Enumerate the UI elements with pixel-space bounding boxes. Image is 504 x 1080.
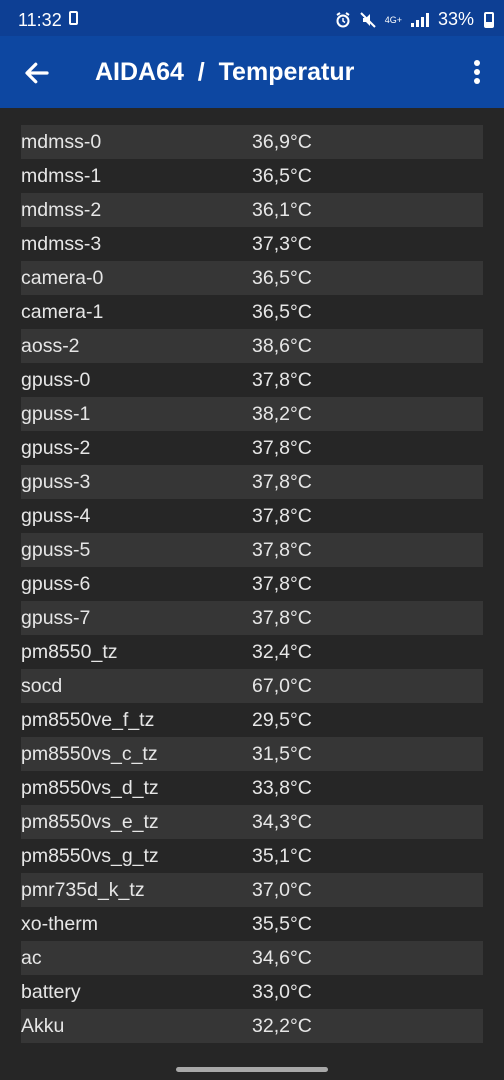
sensor-value: 32,2°C <box>252 1014 312 1037</box>
sensor-value: 36,5°C <box>252 164 312 187</box>
sensor-value: 32,4°C <box>252 640 312 663</box>
sensor-name: Akku <box>21 1014 65 1037</box>
sensor-name: battery <box>21 980 81 1003</box>
sensor-name: camera-1 <box>21 300 104 323</box>
sensor-name: pm8550vs_c_tz <box>21 742 158 765</box>
list-item: pm8550vs_g_tz 35,1°C <box>21 839 483 873</box>
battery-icon <box>484 12 494 28</box>
sensor-value: 29,5°C <box>252 708 312 731</box>
list-item: gpuss-5 37,8°C <box>21 533 483 567</box>
sensor-name: gpuss-1 <box>21 402 91 425</box>
sensor-value: 33,0°C <box>252 980 312 1003</box>
back-arrow-icon[interactable] <box>22 58 52 88</box>
sensor-value: 37,8°C <box>252 470 312 493</box>
list-item: battery 33,0°C <box>21 975 483 1009</box>
sensor-value: 38,6°C <box>252 334 312 357</box>
sensor-value: 36,5°C <box>252 266 312 289</box>
sensor-name: gpuss-7 <box>21 606 91 629</box>
sensor-value: 38,2°C <box>252 402 312 425</box>
list-item: gpuss-6 37,8°C <box>21 567 483 601</box>
sensor-name: mdmss-1 <box>21 164 102 187</box>
signal-icon <box>410 12 429 27</box>
gesture-nav-handle[interactable] <box>176 1067 328 1072</box>
sensor-value: 37,8°C <box>252 436 312 459</box>
sensor-value: 37,8°C <box>252 572 312 595</box>
list-item: gpuss-3 37,8°C <box>21 465 483 499</box>
sensor-name: gpuss-4 <box>21 504 91 527</box>
status-time: 11:32 <box>18 10 62 30</box>
list-item: aoss-2 38,6°C <box>21 329 483 363</box>
list-item: gpuss-2 37,8°C <box>21 431 483 465</box>
app-bar: AIDA64 / Temperatur <box>0 36 504 108</box>
sensor-name: pm8550ve_f_tz <box>21 708 155 731</box>
sensor-name: aoss-2 <box>21 334 80 357</box>
sensor-name: pm8550vs_e_tz <box>21 810 159 833</box>
status-bar: 11:32 4G+ 33% <box>0 0 504 36</box>
status-icons: 4G+ 33% <box>335 9 474 30</box>
list-item: gpuss-0 37,8°C <box>21 363 483 397</box>
sensor-name: ac <box>21 946 42 969</box>
battery-percent: 33% <box>437 9 474 29</box>
sensor-name: gpuss-0 <box>21 368 91 391</box>
list-item: socd 67,0°C <box>21 669 483 703</box>
list-item: gpuss-7 37,8°C <box>21 601 483 635</box>
sensor-name: gpuss-5 <box>21 538 91 561</box>
page-title: AIDA64 / Temperatur <box>95 58 355 86</box>
list-item: pm8550vs_d_tz 33,8°C <box>21 771 483 805</box>
list-item: gpuss-4 37,8°C <box>21 499 483 533</box>
sensor-name: socd <box>21 674 63 697</box>
sensor-value: 37,8°C <box>252 538 312 561</box>
temperature-list: mdmss-0 36,9°C mdmss-1 36,5°C mdmss-2 36,1°… <box>21 125 483 1043</box>
sensor-name: camera-0 <box>21 266 104 289</box>
sensor-value: 36,1°C <box>252 198 312 221</box>
list-item: pm8550ve_f_tz 29,5°C <box>21 703 483 737</box>
sensor-value: 35,5°C <box>252 912 312 935</box>
list-item: mdmss-3 37,3°C <box>21 227 483 261</box>
list-item: gpuss-1 38,2°C <box>21 397 483 431</box>
sensor-name: gpuss-2 <box>21 436 91 459</box>
sensor-value: 36,9°C <box>252 130 312 153</box>
sensor-name: mdmss-3 <box>21 232 102 255</box>
list-item: camera-1 36,5°C <box>21 295 483 329</box>
sensor-value: 36,5°C <box>252 300 312 323</box>
sensor-name: pm8550vs_g_tz <box>21 844 159 867</box>
list-item: ac 34,6°C <box>21 941 483 975</box>
list-item: pm8550vs_c_tz 31,5°C <box>21 737 483 771</box>
list-item: mdmss-1 36,5°C <box>21 159 483 193</box>
sensor-name: xo-therm <box>21 912 98 935</box>
sensor-value: 37,8°C <box>252 606 312 629</box>
network-type-icon: 4G+ <box>384 14 402 25</box>
sensor-name: gpuss-6 <box>21 572 91 595</box>
sensor-value: 37,8°C <box>252 504 312 527</box>
sensor-value: 37,8°C <box>252 368 312 391</box>
sensor-value: 37,0°C <box>252 878 312 901</box>
list-item: pm8550_tz 32,4°C <box>21 635 483 669</box>
sensor-name: pm8550_tz <box>21 640 118 663</box>
sensor-value: 34,3°C <box>252 810 312 833</box>
mute-icon <box>359 11 376 28</box>
sensor-name: mdmss-2 <box>21 198 102 221</box>
sensor-value: 31,5°C <box>252 742 312 765</box>
sensor-value: 33,8°C <box>252 776 312 799</box>
sensor-name: pm8550vs_d_tz <box>21 776 159 799</box>
list-item: camera-0 36,5°C <box>21 261 483 295</box>
list-item: pmr735d_k_tz 37,0°C <box>21 873 483 907</box>
alarm-icon <box>336 11 350 27</box>
more-options-icon[interactable] <box>474 60 480 84</box>
sensor-value: 37,3°C <box>252 232 312 255</box>
list-item: xo-therm 35,5°C <box>21 907 483 941</box>
list-item: pm8550vs_e_tz 34,3°C <box>21 805 483 839</box>
sensor-name: gpuss-3 <box>21 470 91 493</box>
sensor-value: 34,6°C <box>252 946 312 969</box>
list-item: Akku 32,2°C <box>21 1009 483 1043</box>
sim-card-icon <box>69 11 78 25</box>
sensor-value: 35,1°C <box>252 844 312 867</box>
sensor-name: mdmss-0 <box>21 130 102 153</box>
list-item: mdmss-2 36,1°C <box>21 193 483 227</box>
list-item: mdmss-0 36,9°C <box>21 125 483 159</box>
sensor-value: 67,0°C <box>252 674 312 697</box>
sensor-name: pmr735d_k_tz <box>21 878 145 901</box>
